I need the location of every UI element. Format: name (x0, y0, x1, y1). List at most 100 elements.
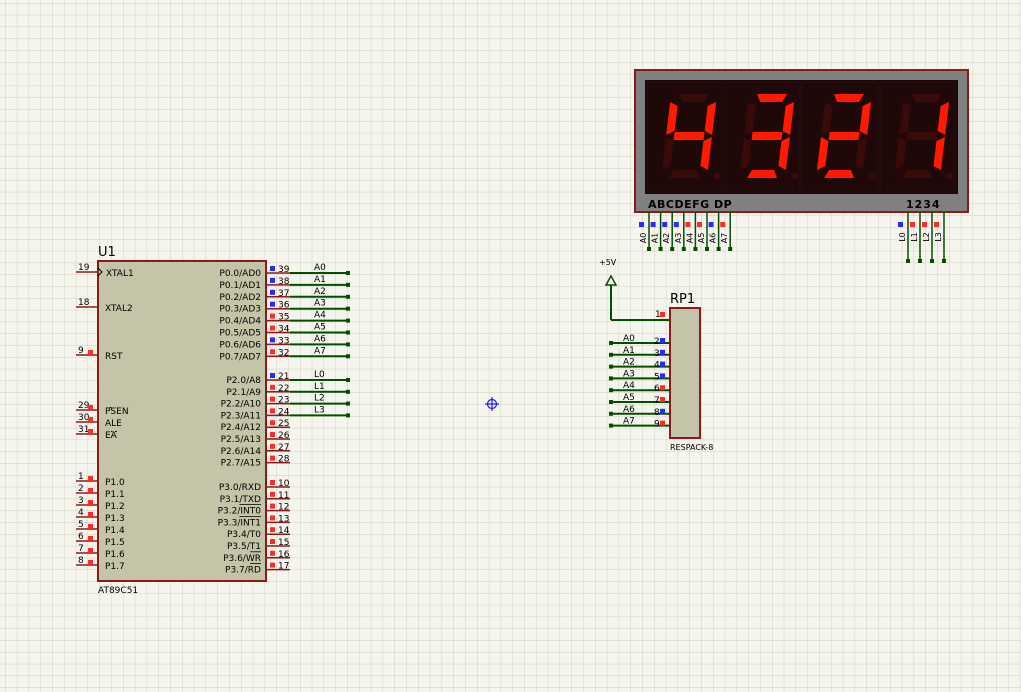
pin-number: 5 (654, 372, 660, 382)
respack-body[interactable] (669, 307, 701, 439)
display-digit-1 (646, 81, 723, 193)
pin-number: 19 (78, 263, 90, 273)
wire-terminal (930, 259, 934, 263)
wire-terminal (346, 318, 350, 323)
wire-terminal (670, 247, 675, 251)
segment-dp (868, 172, 876, 180)
pin-number: 10 (278, 479, 290, 489)
pin-state-marker (660, 397, 665, 402)
pin-state-marker (270, 373, 275, 378)
pin-state-marker (898, 222, 903, 227)
pin-number: 7 (654, 396, 660, 406)
wire-terminal (346, 342, 350, 347)
wire-terminal (609, 376, 613, 381)
pin-net-label: L2 (922, 232, 931, 242)
pin-name: P0.2/AD2 (219, 293, 261, 303)
wire-terminal (346, 413, 350, 418)
pin-name: PSEN (105, 407, 129, 417)
net-label: L1 (314, 382, 325, 392)
pin-number: 18 (78, 298, 90, 308)
pin-number: 31 (78, 425, 89, 435)
pin-name: P1.4 (105, 526, 125, 536)
pin-state-marker (270, 443, 275, 449)
pin-number: 13 (278, 514, 289, 524)
pin-state-marker (270, 550, 275, 556)
pin-number: 28 (278, 455, 290, 465)
display-digit-3 (801, 81, 878, 193)
pin-number: 3 (654, 349, 660, 359)
pin-name: P3.0/RXD (219, 483, 261, 493)
pin-state-marker (660, 420, 665, 426)
display-digit-2 (724, 81, 801, 193)
net-label: L0 (314, 370, 325, 380)
pin-name: P0.5/AD5 (219, 329, 261, 339)
pin-number: 6 (654, 384, 660, 394)
pin-state-marker (270, 408, 275, 414)
pin-number: 9 (654, 420, 660, 430)
wire-terminal (346, 306, 350, 311)
wire-terminal (728, 247, 733, 251)
pin-number: 7 (78, 544, 84, 554)
pin-state-marker (685, 222, 691, 227)
pin-name: P2.1/A9 (226, 388, 261, 398)
segment-g (673, 132, 705, 140)
pin-name: XTAL1 (106, 269, 134, 279)
pin-name: P1.5 (105, 538, 125, 548)
pin-state-marker (934, 222, 939, 227)
pin-number: 14 (278, 526, 290, 536)
pin-name: P2.3/A11 (221, 411, 261, 421)
pin-state-marker (270, 503, 275, 509)
pin-number: 8 (654, 408, 660, 418)
pin-number: 15 (278, 538, 289, 548)
pin-name: P0.7/AD7 (219, 352, 261, 362)
pin-name: P1.2 (105, 502, 125, 512)
pin-number: 29 (78, 401, 90, 411)
pin-net-label: A3 (674, 233, 683, 244)
wire-terminal (346, 389, 350, 394)
pin-name: P2.5/A13 (221, 435, 261, 445)
wire-terminal (609, 411, 613, 416)
pin-name: P0.4/AD4 (219, 317, 261, 327)
pin-name: P3.1/TXD (220, 495, 261, 505)
respack-common-pin-state (660, 312, 665, 317)
pin-number: 24 (278, 407, 290, 417)
pin-number: 2 (654, 337, 660, 347)
wire-terminal (609, 341, 613, 345)
pin-name: P0.1/AD1 (219, 281, 261, 291)
power-terminal-label: +5V (599, 258, 617, 267)
pin-state-marker (660, 408, 665, 414)
pin-name: P2.0/A8 (226, 376, 261, 386)
pin-name: P3.7/RD (225, 566, 261, 576)
pin-state-marker (270, 562, 275, 568)
pin-number: 2 (78, 484, 84, 494)
pin-name: P3.2/INT0 (218, 507, 262, 517)
segment-g (751, 132, 783, 140)
pin-state-marker (270, 432, 275, 437)
pin-state-marker (270, 455, 275, 461)
pin-name: P2.4/A12 (221, 423, 261, 433)
wire-terminal (346, 378, 350, 382)
pin-state-marker (673, 222, 679, 227)
pin-name: P2.6/A14 (221, 447, 262, 457)
pin-name: P1.1 (105, 490, 125, 500)
pin-state-marker (270, 384, 275, 390)
wire-terminal (693, 247, 698, 251)
segment-d (902, 170, 932, 178)
pin-name: P0.3/AD3 (219, 305, 261, 315)
pin-number: 26 (278, 431, 290, 441)
net-label: A1 (623, 346, 635, 356)
pin-state-marker (270, 301, 275, 307)
pin-name: ALE (105, 419, 122, 429)
schematic-canvas[interactable]: U1 AT89C51 19XTAL118XTAL29RST29PSEN30ALE… (0, 0, 1021, 692)
pin-state-marker (270, 349, 275, 355)
pin-number: 37 (278, 289, 289, 299)
mcu-ref-label: U1 (98, 245, 116, 260)
pin-name: P3.6/WR (223, 554, 261, 564)
segment-d (824, 170, 854, 178)
pin-state-marker (88, 512, 93, 517)
pin-state-marker (270, 325, 275, 331)
pin-number: 17 (278, 562, 289, 572)
net-label: A5 (623, 393, 635, 403)
pin-state-marker (650, 222, 656, 227)
pin-number: 16 (278, 550, 290, 560)
